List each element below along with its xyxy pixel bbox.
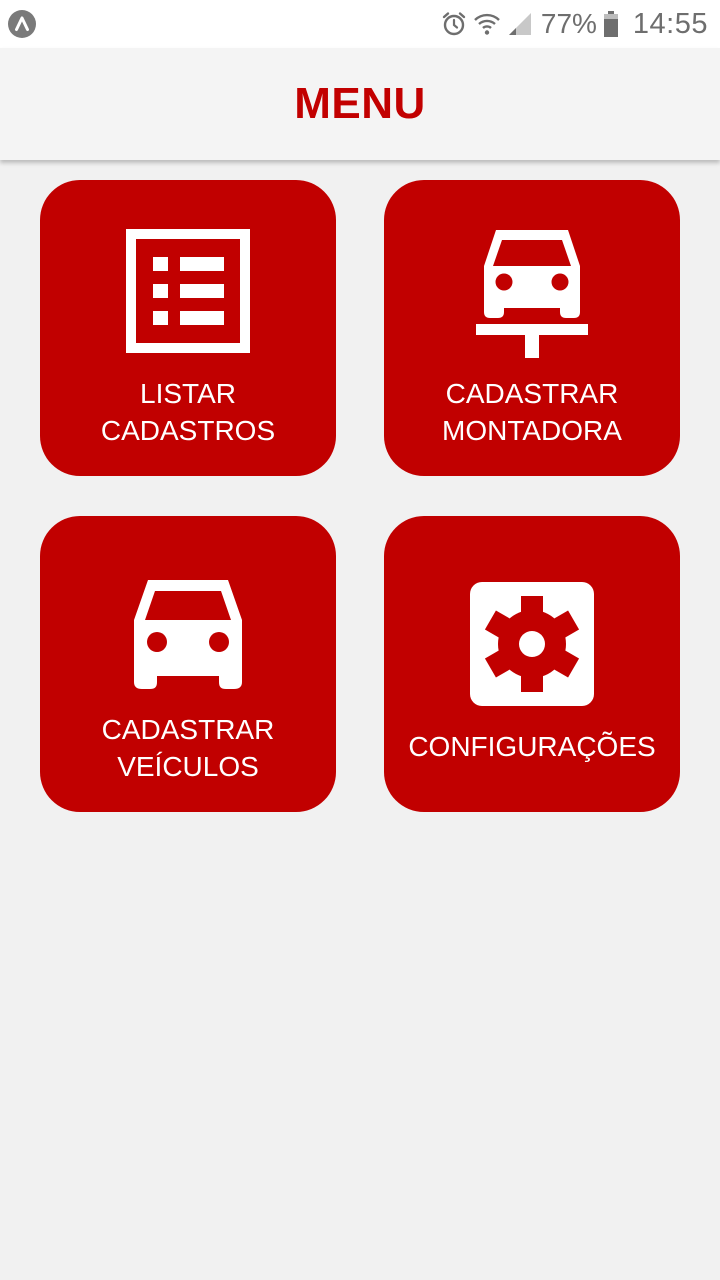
tile-label-line1: LISTAR (140, 378, 236, 409)
tile-label-line1: CADASTRAR (445, 378, 619, 409)
tile-label-line2: CADASTROS (100, 415, 276, 446)
tile-label-line1: CADASTRAR (101, 714, 275, 745)
listar-cadastros-button[interactable]: LISTAR CADASTROS (40, 180, 336, 476)
cadastrar-veiculos-button[interactable]: CADASTRAR VEÍCULOS (40, 516, 336, 812)
signal-icon (507, 11, 533, 37)
alarm-icon (441, 11, 467, 37)
status-bar: 77% 14:55 (0, 0, 720, 48)
page-title: MENU (294, 79, 426, 128)
wifi-icon (473, 11, 501, 37)
settings-icon (384, 582, 680, 706)
configuracoes-button[interactable]: CONFIGURAÇÕES (384, 516, 680, 812)
app-notification-icon (8, 10, 36, 38)
clock: 14:55 (632, 7, 708, 40)
tile-label-line2: VEÍCULOS (117, 751, 259, 782)
app-bar: MENU (0, 48, 720, 160)
car-icon (40, 578, 336, 690)
cadastrar-montadora-button[interactable]: CADASTRAR MONTADORA (384, 180, 680, 476)
tile-label-line1: CONFIGURAÇÕES (408, 731, 656, 762)
battery-percent: 77% (540, 8, 597, 39)
car-lift-icon (384, 228, 680, 360)
tile-label-line2: MONTADORA (442, 415, 622, 446)
list-icon (40, 229, 336, 353)
battery-icon (603, 10, 619, 38)
